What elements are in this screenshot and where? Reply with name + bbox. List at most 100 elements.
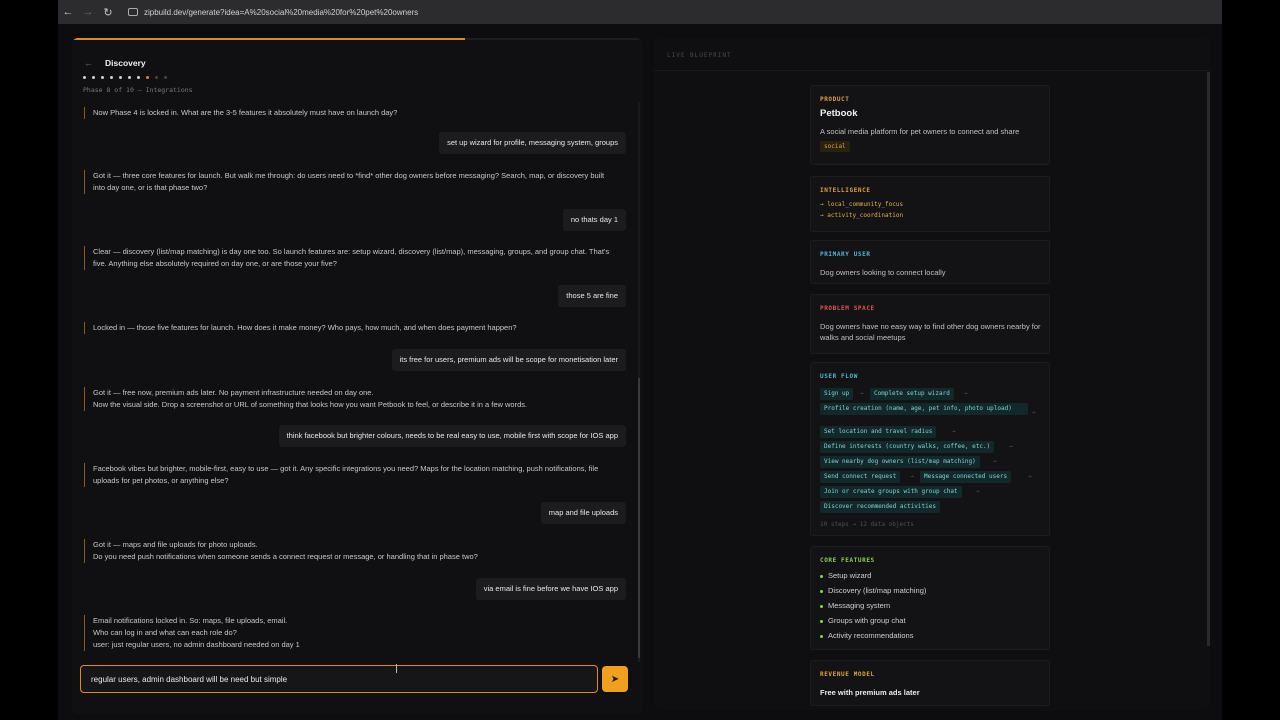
- flow-step: Send connect request: [820, 471, 901, 483]
- flow-step: Profile creation (name, age, pet info, p…: [820, 403, 1028, 415]
- primary-user-card: PRIMARY USER Dog owners looking to conne…: [810, 240, 1050, 284]
- ai-message: Got it — maps and file uploads for photo…: [84, 539, 614, 563]
- flow-step: Message connected users: [920, 471, 1012, 483]
- ai-message: Got it — free now, premium ads later. No…: [84, 387, 614, 411]
- user-message: those 5 are fine: [558, 285, 626, 307]
- user-message: its free for users, premium ads will be …: [391, 349, 626, 371]
- bullet-icon: [820, 589, 823, 593]
- text-cursor: [396, 664, 397, 673]
- phase-dot-current: [146, 76, 149, 79]
- ai-message: Clear — discovery (list/map matching) is…: [84, 246, 614, 270]
- url-text: zipbuild.dev/generate?idea=A%20social%20…: [144, 7, 419, 17]
- reload-icon[interactable]: ↻: [98, 0, 118, 24]
- phase-dot: [155, 76, 158, 79]
- chat-input[interactable]: [80, 665, 598, 693]
- bullet-icon: [820, 574, 823, 578]
- phase-dot: [119, 76, 122, 79]
- revenue-model-text: Free with premium ads later: [820, 688, 920, 697]
- flow-step: Set location and travel radius: [820, 426, 937, 438]
- revenue-model-card: REVENUE MODEL Free with premium ads late…: [810, 660, 1050, 706]
- divider: [654, 70, 1210, 71]
- blueprint-scrollbar[interactable]: [1207, 72, 1210, 646]
- send-button[interactable]: ➤: [602, 666, 628, 692]
- bullet-icon: [820, 634, 823, 638]
- flow-arrow-icon: →: [993, 458, 997, 465]
- bullet-icon: [820, 604, 823, 608]
- flow-step: Join or create groups with group chat: [820, 486, 962, 498]
- product-card: PRODUCT Petbook A social media platform …: [810, 85, 1050, 165]
- chat-panel: ← Discovery Phase 8 of 10 — Integrations…: [72, 38, 642, 714]
- card-label: INTELLIGENCE: [820, 187, 871, 194]
- phase-dot: [110, 76, 113, 79]
- message-scrollbar[interactable]: [638, 102, 640, 662]
- address-bar[interactable]: zipbuild.dev/generate?idea=A%20social%20…: [122, 3, 424, 21]
- user-message: think facebook but brighter colours, nee…: [278, 425, 626, 447]
- product-description: A social media platform for pet owners t…: [820, 127, 1020, 136]
- ai-message: Now Phase 4 is locked in. What are the 3…: [84, 107, 614, 119]
- feature-item: Discovery (list/map matching): [820, 586, 926, 595]
- card-label: PROBLEM SPACE: [820, 305, 875, 312]
- card-label: PRIMARY USER: [820, 251, 871, 258]
- problem-space-text: Dog owners have no easy way to find othe…: [820, 322, 1041, 342]
- product-name: Petbook: [820, 108, 858, 119]
- feature-item: Activity recommendations: [820, 631, 913, 640]
- site-info-icon[interactable]: [128, 8, 138, 16]
- card-label: REVENUE MODEL: [820, 671, 875, 678]
- flow-meta: 10 steps → 12 data objects: [820, 521, 914, 528]
- feature-item: Messaging system: [820, 601, 890, 610]
- user-message: set up wizard for profile, messaging sys…: [439, 132, 626, 154]
- flow-step: View nearby dog owners (list/map matchin…: [820, 456, 980, 468]
- back-arrow-icon[interactable]: ←: [84, 58, 93, 68]
- user-message: no thats day 1: [562, 209, 626, 231]
- flow-arrow-icon: →: [952, 428, 956, 435]
- chat-header: ← Discovery Phase 8 of 10 — Integrations: [72, 40, 642, 102]
- browser-toolbar: ← → ↻ zipbuild.dev/generate?idea=A%20soc…: [58, 0, 1222, 24]
- flow-step: Complete setup wizard: [870, 388, 954, 400]
- flow-arrow-icon: →: [1009, 443, 1013, 450]
- user-flow-card: USER FLOW Sign up → Complete setup wizar…: [810, 362, 1050, 536]
- problem-space-card: PROBLEM SPACE Dog owners have no easy wa…: [810, 294, 1050, 354]
- scrollbar-thumb[interactable]: [638, 378, 640, 658]
- ai-message: Got it — three core features for launch.…: [84, 170, 614, 194]
- card-label: USER FLOW: [820, 373, 858, 380]
- intelligence-card: INTELLIGENCE → local_community_focus → a…: [810, 176, 1050, 232]
- flow-arrow-icon: →: [860, 390, 864, 397]
- phase-dot: [164, 76, 167, 79]
- blueprint-label: LIVE BLUEPRINT: [667, 52, 732, 59]
- blueprint-panel: LIVE BLUEPRINT PRODUCT Petbook A social …: [654, 38, 1210, 710]
- flow-arrow-icon: →: [964, 390, 968, 397]
- feature-item: Groups with group chat: [820, 616, 906, 625]
- flow-step: Sign up: [820, 388, 854, 400]
- phase-dot: [92, 76, 95, 79]
- bullet-icon: [820, 619, 823, 623]
- phase-dot: [137, 76, 140, 79]
- core-features-card: CORE FEATURES Setup wizard Discovery (li…: [810, 546, 1050, 650]
- user-message: via email is fine before we have IOS app: [475, 578, 626, 600]
- flow-arrow-icon: →: [1032, 409, 1036, 416]
- message-list: Now Phase 4 is locked in. What are the 3…: [72, 102, 634, 662]
- intelligence-item: → activity_coordination: [820, 212, 904, 219]
- flow-arrow-icon: →: [1028, 473, 1032, 480]
- ai-message: Locked in — those five features for laun…: [84, 322, 614, 334]
- flow-arrow-icon: →: [976, 488, 980, 495]
- app-root: ← Discovery Phase 8 of 10 — Integrations…: [58, 24, 1222, 720]
- back-icon[interactable]: ←: [58, 0, 78, 24]
- intelligence-item: → local_community_focus: [820, 201, 904, 208]
- flow-step: Define interests (country walks, coffee,…: [820, 441, 995, 453]
- phase-dot: [128, 76, 131, 79]
- ai-message: Email notifications locked in. So: maps,…: [84, 615, 614, 651]
- phase-dot: [101, 76, 104, 79]
- forward-icon[interactable]: →: [78, 0, 98, 24]
- primary-user-text: Dog owners looking to connect locally: [820, 268, 946, 277]
- user-message: map and file uploads: [540, 502, 626, 524]
- flow-arrow-icon: →: [910, 473, 914, 480]
- feature-item: Setup wizard: [820, 571, 871, 580]
- flow-step: Discover recommended activities: [820, 501, 940, 513]
- card-label: CORE FEATURES: [820, 557, 875, 564]
- phase-label: Phase 8 of 10 — Integrations: [83, 86, 193, 94]
- chat-title: Discovery: [105, 58, 146, 68]
- card-label: PRODUCT: [820, 96, 850, 103]
- send-icon: ➤: [610, 673, 620, 685]
- category-tag: social: [820, 141, 850, 152]
- ai-message: Facebook vibes but brighter, mobile-firs…: [84, 463, 614, 487]
